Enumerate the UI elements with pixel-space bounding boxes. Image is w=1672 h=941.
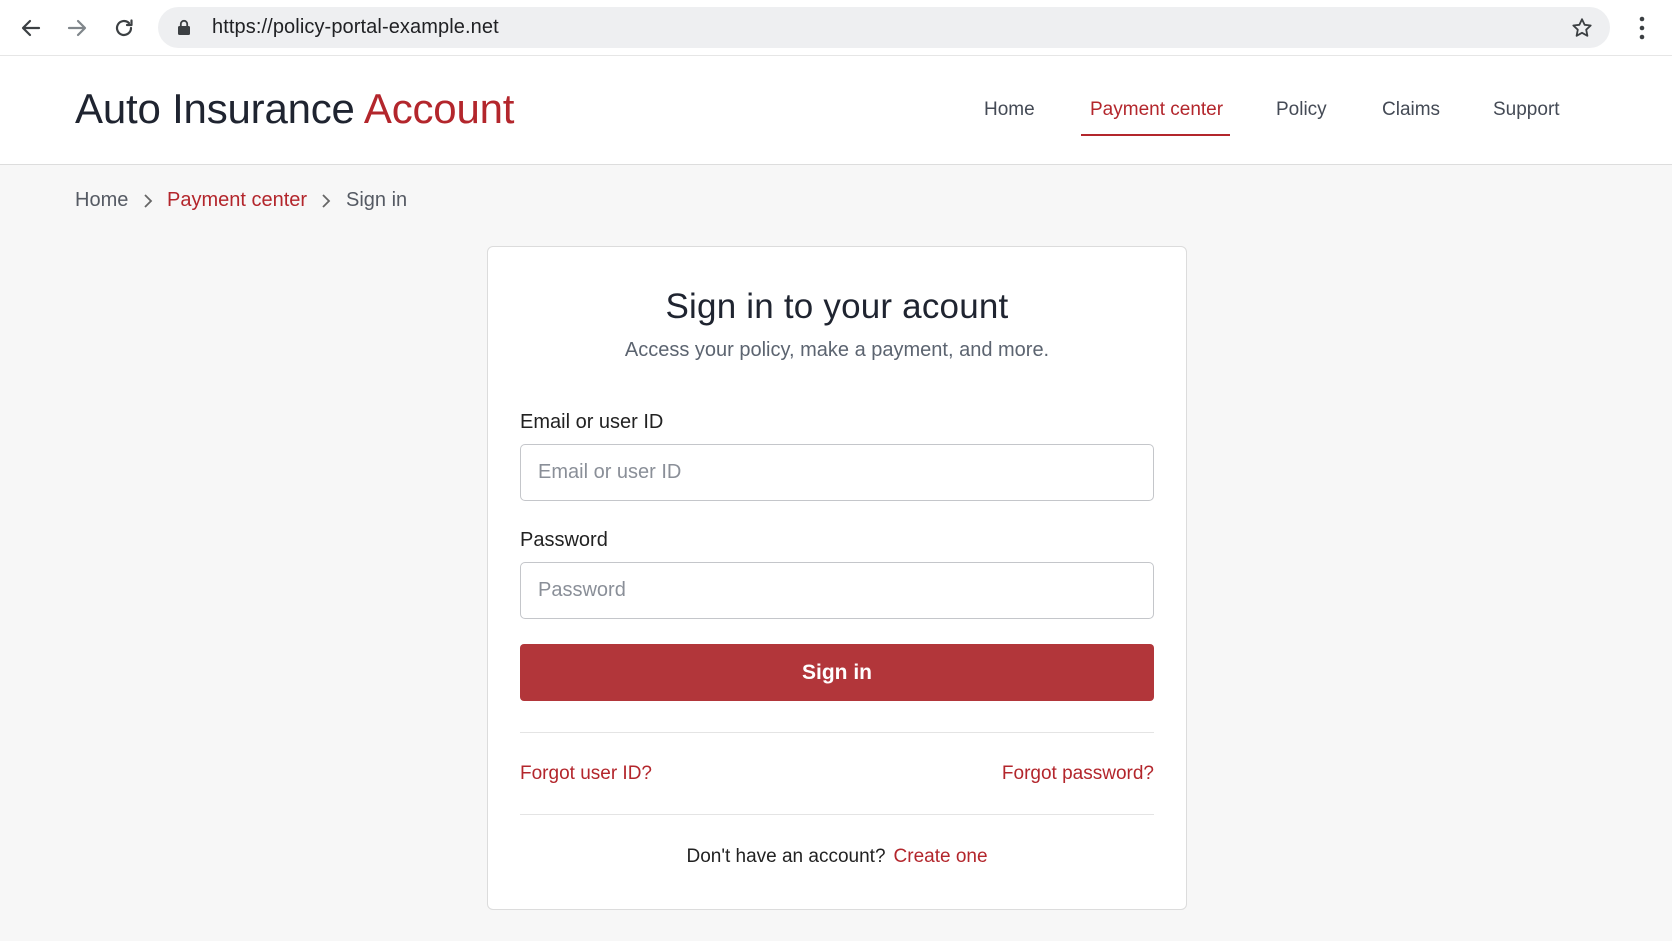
browser-toolbar: https://policy-portal-example.net: [0, 0, 1672, 56]
breadcrumb-current: Sign in: [346, 189, 408, 211]
nav-policy[interactable]: Policy: [1276, 99, 1327, 121]
chevron-right-icon: [322, 194, 331, 208]
nav-claims[interactable]: Claims: [1382, 99, 1440, 121]
create-account-link[interactable]: Create one: [894, 846, 988, 867]
signin-title: Sign in to your acount: [665, 287, 1009, 326]
nav-active-indicator: [1081, 134, 1230, 136]
no-account-text: Don't have an account?: [686, 846, 886, 867]
site-header: Auto Insurance Account Home Payment cent…: [0, 56, 1672, 165]
main-nav: Home Payment center Policy Claims Suppor…: [0, 56, 1672, 165]
password-input[interactable]: [520, 562, 1154, 619]
signin-card: Sign in to your acount Access your polic…: [487, 246, 1187, 910]
breadcrumb-payment-center[interactable]: Payment center: [167, 189, 307, 212]
back-arrow-icon[interactable]: [13, 10, 49, 46]
nav-payment-center[interactable]: Payment center: [1090, 99, 1223, 121]
reload-icon[interactable]: [106, 10, 142, 46]
forgot-user-id-link[interactable]: Forgot user ID?: [520, 763, 652, 785]
forward-arrow-icon[interactable]: [59, 10, 95, 46]
forgot-password-link[interactable]: Forgot password?: [1002, 763, 1154, 785]
address-bar[interactable]: https://policy-portal-example.net: [158, 7, 1610, 48]
signup-row: Don't have an account? Create one: [488, 846, 1186, 868]
url-text[interactable]: https://policy-portal-example.net: [212, 16, 499, 39]
chevron-right-icon: [144, 194, 153, 208]
signin-button[interactable]: Sign in: [520, 644, 1154, 701]
email-label: Email or user ID: [520, 411, 664, 433]
divider: [520, 814, 1154, 815]
password-label: Password: [520, 529, 608, 551]
email-input[interactable]: [520, 444, 1154, 501]
nav-home[interactable]: Home: [984, 99, 1035, 121]
lock-icon: [178, 19, 190, 35]
kebab-menu-icon[interactable]: [1630, 14, 1654, 42]
star-icon[interactable]: [1570, 16, 1594, 40]
nav-support[interactable]: Support: [1493, 99, 1560, 121]
divider: [520, 732, 1154, 733]
breadcrumb-home[interactable]: Home: [75, 189, 128, 212]
signin-subtitle: Access your policy, make a payment, and …: [624, 339, 1050, 361]
